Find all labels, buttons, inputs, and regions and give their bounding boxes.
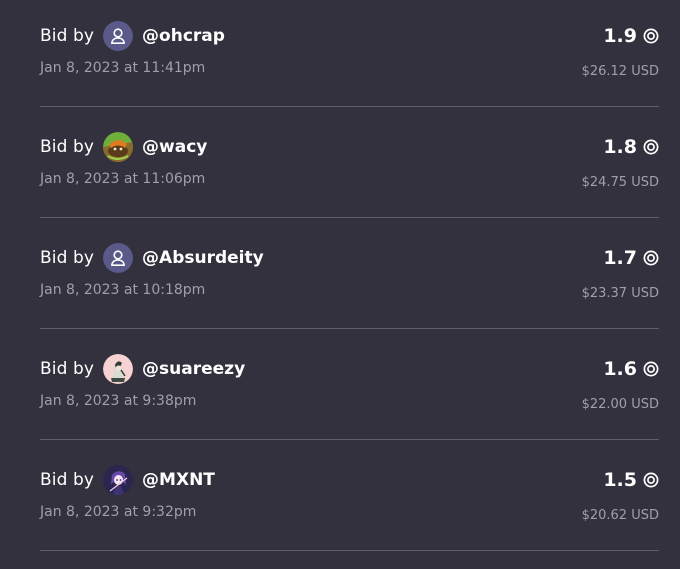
token-icon: [643, 250, 659, 266]
bid-by-label: Bid by: [40, 137, 95, 157]
bid-amount-value: 1.7: [603, 247, 637, 269]
mxnt-avatar-image: [103, 465, 134, 495]
avatar[interactable]: [103, 465, 134, 495]
bid-amount-value: 1.5: [603, 469, 637, 491]
bid-row: Bid by @Absurdeity Jan 8, 2023 at 10:18p…: [40, 218, 659, 329]
suareezy-avatar-image: [103, 354, 134, 384]
bid-by: Bid by @Absurdeity: [40, 242, 264, 274]
bid-timestamp: Jan 8, 2023 at 9:38pm: [40, 393, 197, 409]
bid-by: Bid by @MXNT: [40, 464, 215, 496]
wacy-avatar-image: [103, 132, 134, 162]
bid-amount: 1.8: [603, 134, 659, 160]
bid-by: Bid by @suareezy: [40, 353, 245, 385]
bid-usd-value: $26.12 USD: [581, 64, 659, 79]
token-icon: [643, 139, 659, 155]
avatar[interactable]: [103, 354, 134, 384]
bid-amount: 1.5: [603, 467, 659, 493]
bid-usd-value: $20.62 USD: [581, 508, 659, 523]
token-icon: [643, 361, 659, 377]
bid-row: Bid by @wacy Jan 8, 2023 at 11:06pm 1.8: [40, 107, 659, 218]
username-link[interactable]: @ohcrap: [142, 26, 225, 46]
token-icon: [643, 472, 659, 488]
bid-amount-value: 1.8: [603, 136, 637, 158]
bid-timestamp: Jan 8, 2023 at 11:06pm: [40, 171, 206, 187]
bid-amount: 1.6: [603, 356, 659, 382]
bid-by-label: Bid by: [40, 26, 95, 46]
bid-amount: 1.7: [603, 245, 659, 271]
bid-by: Bid by @wacy: [40, 131, 207, 163]
default-user-icon: [103, 21, 134, 51]
bid-history-list: Bid by @ohcrap Jan 8, 2023 at 11:41pm 1.…: [0, 0, 680, 569]
bid-row: Bid by @MXNT Jan 8, 2023 at 9:32pm 1.5 $…: [40, 440, 659, 551]
username-link[interactable]: @Absurdeity: [142, 248, 264, 268]
bid-timestamp: Jan 8, 2023 at 11:41pm: [40, 60, 206, 76]
username-link[interactable]: @suareezy: [142, 359, 245, 379]
bid-amount-value: 1.6: [603, 358, 637, 380]
bid-amount-value: 1.9: [603, 25, 637, 47]
bid-by-label: Bid by: [40, 359, 95, 379]
bid-row: Bid by @ohcrap Jan 8, 2023 at 11:41pm 1.…: [40, 0, 659, 107]
avatar[interactable]: [103, 132, 134, 162]
bid-usd-value: $22.00 USD: [581, 397, 659, 412]
bid-by-label: Bid by: [40, 248, 95, 268]
bid-usd-value: $23.37 USD: [581, 286, 659, 301]
bid-amount: 1.9: [603, 23, 659, 49]
bid-timestamp: Jan 8, 2023 at 10:18pm: [40, 282, 206, 298]
avatar[interactable]: [103, 21, 134, 51]
bid-row: Bid by @suareezy Jan 8, 2023 at 9:38pm 1…: [40, 329, 659, 440]
bid-usd-value: $24.75 USD: [581, 175, 659, 190]
avatar[interactable]: [103, 243, 134, 273]
bid-by-label: Bid by: [40, 470, 95, 490]
username-link[interactable]: @MXNT: [142, 470, 215, 490]
token-icon: [643, 28, 659, 44]
bid-by: Bid by @ohcrap: [40, 20, 225, 52]
username-link[interactable]: @wacy: [142, 137, 207, 157]
bid-timestamp: Jan 8, 2023 at 9:32pm: [40, 504, 197, 520]
default-user-icon: [103, 243, 134, 273]
